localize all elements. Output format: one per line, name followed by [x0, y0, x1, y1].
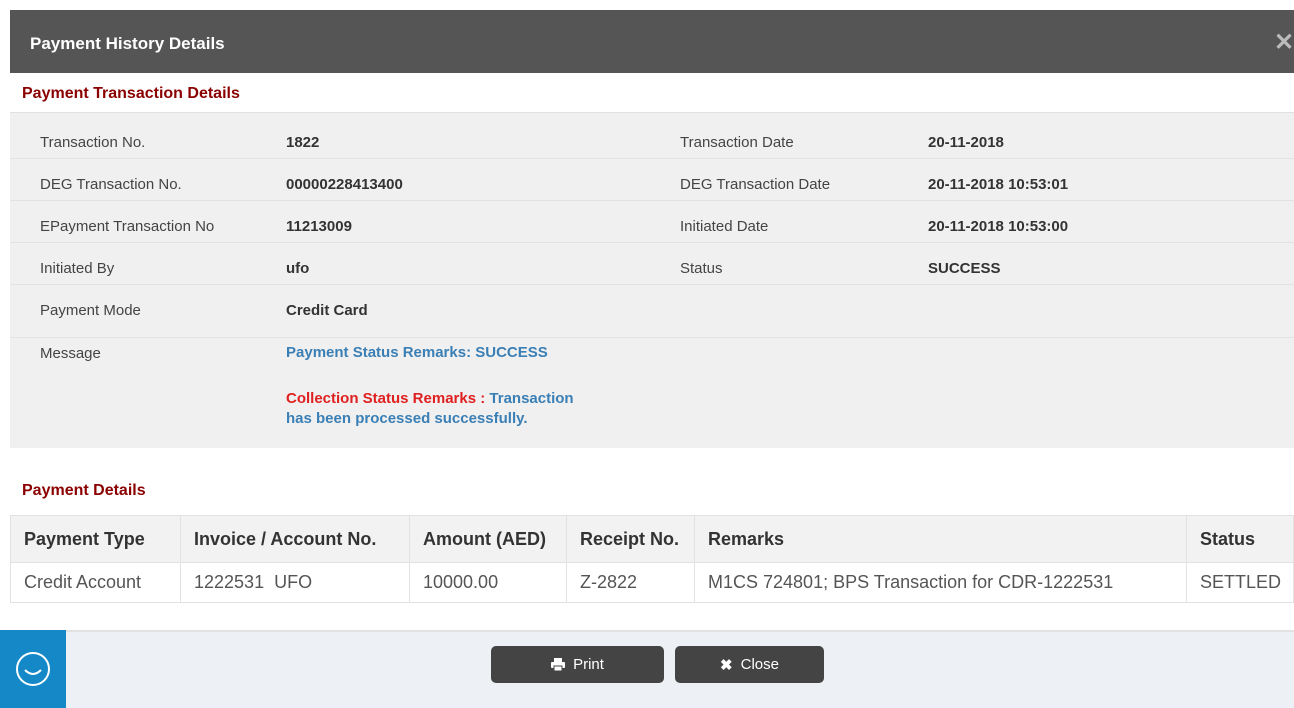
row-divider — [10, 200, 1294, 201]
initiated-by-label: Initiated By — [40, 260, 115, 277]
collection-status-text: Transaction — [489, 390, 574, 407]
table-cell: SETTLED — [1186, 562, 1294, 603]
print-button-label: Print — [573, 656, 604, 673]
close-button[interactable]: ✖ Close — [675, 646, 824, 683]
payment-mode-label: Payment Mode — [40, 302, 141, 319]
collection-status-label: Collection Status Remarks : — [286, 390, 486, 407]
close-icon: ✖ — [720, 656, 733, 674]
table-header-row: Payment Type Invoice / Account No. Amoun… — [10, 515, 1294, 563]
epayment-transaction-no-value: 11213009 — [286, 218, 352, 235]
column-header: Payment Type — [10, 515, 181, 563]
transaction-date-value: 20-11-2018 — [928, 134, 1004, 151]
table-cell: 10000.00 — [409, 562, 567, 603]
transaction-no-value: 1822 — [286, 134, 320, 151]
initiated-by-value: ufo — [286, 260, 310, 277]
epayment-transaction-no-label: EPayment Transaction No — [40, 218, 215, 235]
modal-title: Payment History Details — [30, 34, 225, 53]
column-header: Amount (AED) — [409, 515, 567, 563]
table-row: Credit Account 1222531 UFO 10000.00 Z-28… — [10, 562, 1294, 603]
column-header: Receipt No. — [566, 515, 695, 563]
column-header: Remarks — [694, 515, 1187, 563]
table-cell: Credit Account — [10, 562, 181, 603]
initiated-date-value: 20-11-2018 10:53:00 — [928, 218, 1069, 235]
close-icon[interactable]: ✕ — [1274, 31, 1294, 55]
deg-transaction-date-value: 20-11-2018 10:53:01 — [928, 176, 1069, 193]
status-value: SUCCESS — [928, 260, 1001, 277]
transaction-date-label: Transaction Date — [680, 134, 794, 151]
collection-status-remarks: Collection Status Remarks : Transaction … — [286, 389, 666, 429]
row-divider — [10, 284, 1294, 285]
transaction-details-panel: Transaction No. 1822 Transaction Date 20… — [10, 112, 1294, 448]
deg-transaction-no-value: 00000228413400 — [286, 176, 403, 193]
print-icon — [551, 658, 566, 671]
payment-mode-value: Credit Card — [286, 302, 368, 319]
message-label: Message — [40, 345, 101, 362]
payment-section-title: Payment Details — [22, 482, 146, 499]
payment-history-modal: Payment History Details ✕ Payment Transa… — [10, 10, 1294, 708]
print-button[interactable]: Print — [491, 646, 664, 683]
deg-transaction-date-label: DEG Transaction Date — [680, 176, 831, 193]
close-button-label: Close — [740, 656, 779, 673]
modal-header: Payment History Details ✕ — [10, 10, 1294, 73]
column-header: Status — [1186, 515, 1294, 563]
row-divider — [10, 158, 1294, 159]
transaction-no-label: Transaction No. — [40, 134, 146, 151]
column-header: Invoice / Account No. — [180, 515, 410, 563]
collection-status-text-cont: has been processed successfully. — [286, 410, 528, 427]
chat-icon — [16, 652, 50, 686]
table-cell: 1222531 UFO — [180, 562, 410, 603]
payment-status-remarks: Payment Status Remarks: SUCCESS — [286, 344, 548, 361]
row-divider — [10, 337, 1294, 338]
initiated-date-label: Initiated Date — [680, 218, 769, 235]
payment-details-table: Payment Type Invoice / Account No. Amoun… — [10, 515, 1294, 603]
table-cell: Z-2822 — [566, 562, 695, 603]
table-cell: M1CS 724801; BPS Transaction for CDR-122… — [694, 562, 1187, 603]
deg-transaction-no-label: DEG Transaction No. — [40, 176, 182, 193]
row-divider — [10, 242, 1294, 243]
transaction-section-title: Payment Transaction Details — [22, 85, 240, 102]
chat-widget-button[interactable] — [0, 630, 66, 708]
status-label: Status — [680, 260, 723, 277]
